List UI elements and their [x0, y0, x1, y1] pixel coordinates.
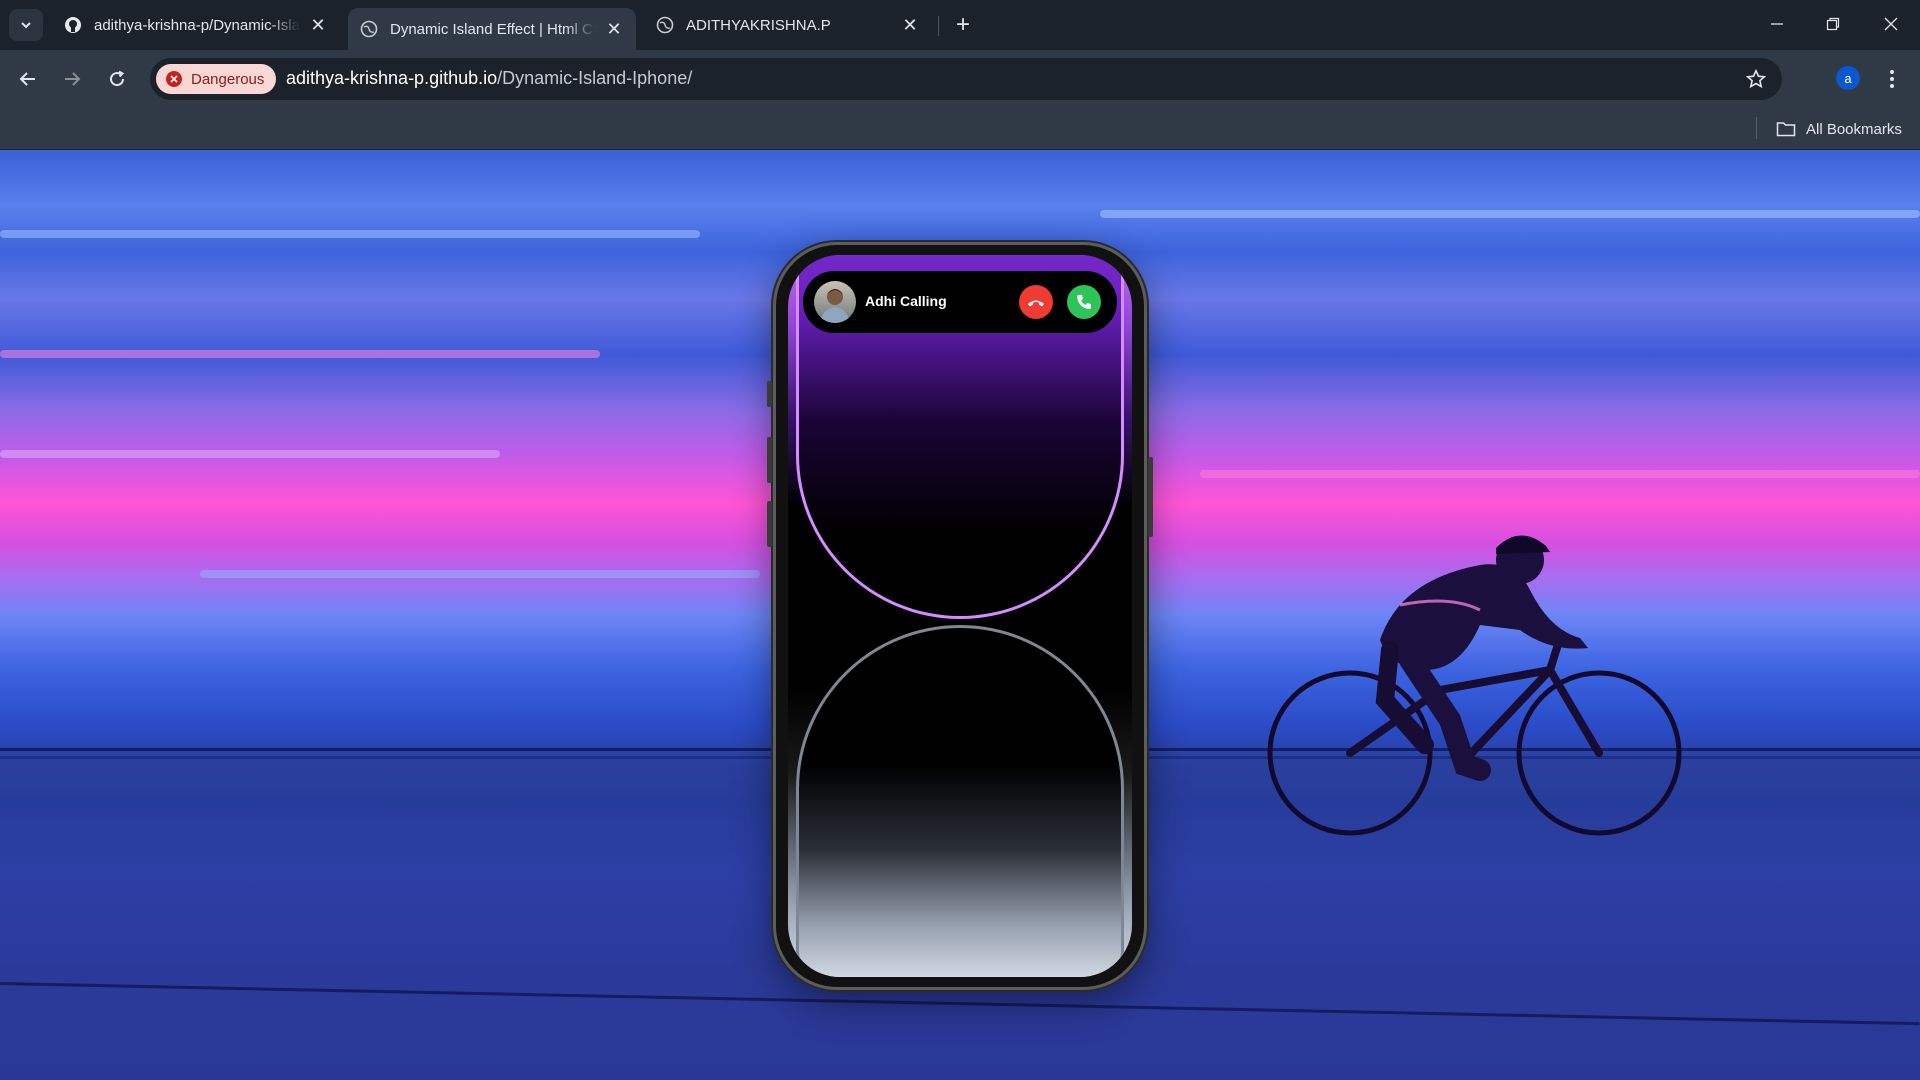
close-icon[interactable]: ✕ — [604, 19, 624, 39]
security-chip-label: Dangerous — [191, 70, 265, 88]
background-streak — [0, 230, 700, 238]
forward-button[interactable] — [56, 63, 88, 95]
phone-volume-down — [767, 501, 772, 547]
background-streak — [1200, 470, 1920, 478]
star-icon — [1746, 69, 1766, 89]
toolbar: Dangerous adithya-krishna-p.github.io/Dy… — [0, 50, 1920, 108]
phone-hangup-icon — [1028, 300, 1044, 307]
tab-title: adithya-krishna-p/Dynamic-Isla — [94, 16, 300, 34]
caller-name: Adhi Calling — [865, 293, 947, 309]
globe-icon — [360, 20, 378, 38]
arrow-left-icon — [19, 72, 35, 86]
bookmarks-bar: All Bookmarks — [0, 108, 1920, 150]
decline-call-button[interactable] — [1019, 285, 1053, 319]
url-path: /Dynamic-Island-Iphone/ — [497, 68, 693, 88]
reload-button[interactable] — [101, 63, 133, 95]
tab-github[interactable]: adithya-krishna-p/Dynamic-Isla ✕ — [52, 8, 340, 42]
background-streak — [0, 450, 500, 458]
accept-call-button[interactable] — [1067, 285, 1101, 319]
background-streak — [0, 350, 600, 358]
bookmark-star-button[interactable] — [1744, 67, 1768, 91]
back-button[interactable] — [12, 63, 44, 95]
phone-action-button — [767, 381, 772, 407]
folder-icon — [1776, 121, 1796, 137]
all-bookmarks-label: All Bookmarks — [1806, 120, 1902, 138]
reload-icon — [110, 70, 125, 87]
url-text[interactable]: adithya-krishna-p.github.io/Dynamic-Isla… — [286, 68, 692, 89]
tab-strip: adithya-krishna-p/Dynamic-Isla ✕ Dynamic… — [0, 0, 1920, 50]
iphone-mockup: Adhi Calling — [767, 242, 1153, 990]
tab-dynamic-island[interactable]: Dynamic Island Effect | Html CSS ✕ — [348, 8, 636, 50]
tab-title: ADITHYAKRISHNA.P — [686, 16, 831, 34]
tab-adithyakrishna[interactable]: ADITHYAKRISHNA.P ✕ — [644, 8, 932, 42]
dynamic-island[interactable]: Adhi Calling — [803, 271, 1117, 333]
tab-separator — [938, 16, 939, 36]
arrow-right-icon — [65, 72, 81, 86]
bookmarks-separator — [1756, 117, 1757, 139]
browser-menu-button[interactable] — [1880, 64, 1904, 94]
globe-icon — [656, 16, 674, 34]
github-icon — [64, 16, 82, 34]
minimize-icon — [1771, 23, 1783, 25]
close-window-button[interactable] — [1866, 4, 1916, 44]
tab-title: Dynamic Island Effect | Html CSS — [390, 20, 596, 38]
chevron-down-icon — [21, 22, 31, 29]
profile-initial: a — [1844, 70, 1852, 86]
phone-icon — [1077, 295, 1091, 309]
all-bookmarks-button[interactable]: All Bookmarks — [1776, 116, 1902, 142]
phone-volume-up — [767, 437, 772, 483]
close-icon[interactable]: ✕ — [900, 15, 920, 35]
more-vert-icon — [1890, 70, 1894, 88]
tab-search-button[interactable] — [9, 9, 43, 41]
page-content: Adhi Calling — [0, 150, 1920, 1080]
new-tab-button[interactable]: + — [948, 10, 978, 40]
phone-screen: Adhi Calling — [788, 255, 1132, 977]
restore-button[interactable] — [1808, 4, 1858, 44]
security-chip[interactable]: Dangerous — [156, 64, 276, 94]
restore-icon — [1826, 17, 1840, 31]
background-streak — [200, 570, 760, 578]
profile-button[interactable]: a — [1836, 66, 1860, 90]
caller-avatar — [814, 281, 856, 323]
url-host: adithya-krishna-p.github.io — [286, 68, 498, 88]
close-icon — [1884, 17, 1898, 31]
phone-power-button — [1148, 457, 1153, 537]
address-bar[interactable]: Dangerous adithya-krishna-p.github.io/Dy… — [150, 58, 1782, 100]
background-streak — [1100, 210, 1920, 218]
cyclist-silhouette — [1267, 535, 1682, 836]
error-icon — [166, 71, 182, 87]
wallpaper-bottom-shape — [796, 625, 1124, 977]
close-icon[interactable]: ✕ — [308, 15, 328, 35]
minimize-button[interactable] — [1752, 4, 1802, 44]
